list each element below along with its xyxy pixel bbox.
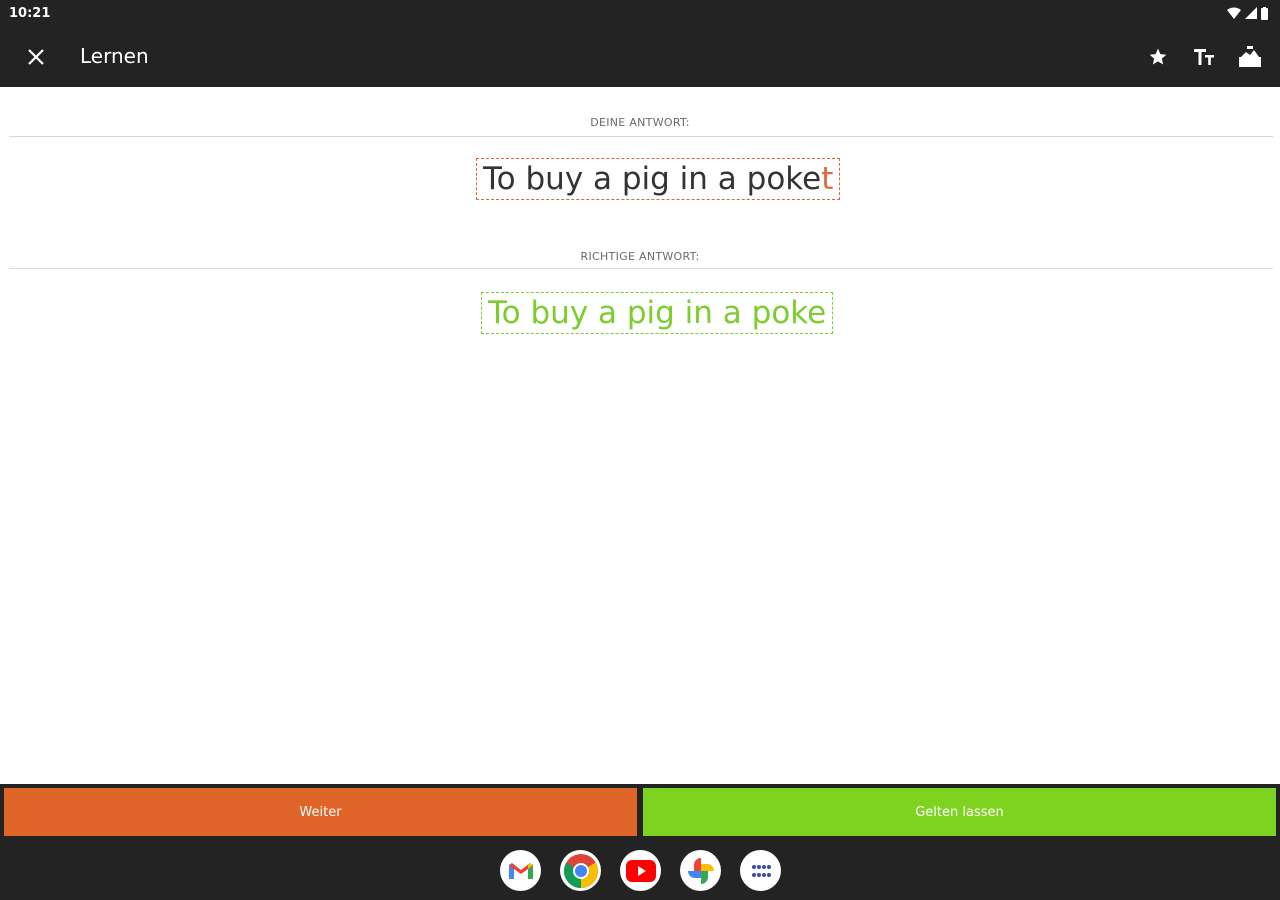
divider (9, 268, 1273, 269)
photos-icon[interactable] (680, 850, 721, 891)
accept-button[interactable]: Gelten lassen (643, 788, 1276, 836)
your-answer-label: DEINE ANTWORT: (590, 116, 690, 129)
app-bar-actions (1142, 41, 1266, 73)
youtube-icon[interactable] (620, 850, 661, 891)
text-size-icon (1194, 49, 1214, 65)
divider (9, 136, 1273, 137)
correct-answer: To buy a pig in a poke (481, 292, 834, 334)
taskbar (0, 840, 1280, 900)
app-drawer-icon[interactable] (740, 850, 781, 891)
gmail-icon[interactable] (500, 850, 541, 891)
chrome-icon[interactable] (560, 850, 601, 891)
app-dock (500, 850, 781, 891)
signal-icon (1245, 7, 1257, 19)
status-bar: 10:21 (0, 0, 1280, 28)
next-button[interactable]: Weiter (4, 788, 637, 836)
star-icon (1149, 48, 1167, 65)
your-answer-text: To buy a pig in a poke (483, 161, 822, 197)
orientation-button[interactable] (1234, 41, 1266, 73)
status-time: 10:21 (9, 6, 51, 21)
landscape-icon (1239, 46, 1261, 67)
app-bar: Lernen (0, 28, 1280, 87)
wifi-icon (1227, 7, 1241, 19)
your-answer: To buy a pig in a poket (476, 158, 841, 200)
page-title: Lernen (80, 44, 149, 68)
favorite-button[interactable] (1142, 41, 1174, 73)
action-bar: Weiter Gelten lassen (0, 784, 1280, 840)
battery-icon (1261, 6, 1268, 20)
close-button[interactable] (20, 41, 52, 73)
status-icons (1227, 6, 1268, 20)
your-answer-wrong-part: t (821, 161, 834, 197)
correct-answer-label: RICHTIGE ANTWORT: (580, 250, 700, 263)
close-icon (28, 49, 44, 65)
text-size-button[interactable] (1188, 41, 1220, 73)
